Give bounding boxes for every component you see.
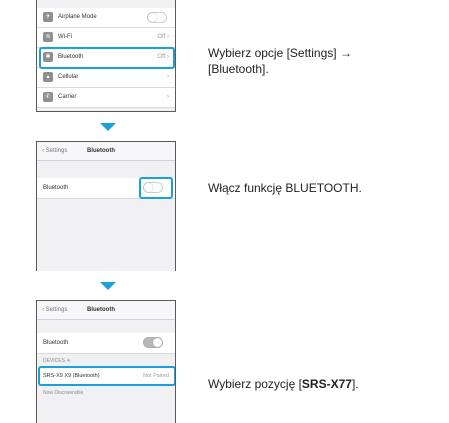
wifi-row[interactable]: ≋ Wi-Fi Off › (37, 28, 175, 48)
bluetooth-screen-on: ‹ Settings Bluetooth Bluetooth DEVICES ✳… (36, 300, 176, 423)
chevron-right-icon: › (167, 74, 169, 80)
cellular-icon: ▴ (43, 72, 53, 82)
bluetooth-toggle-row: Bluetooth (37, 178, 175, 199)
cellular-label: Cellular (58, 74, 79, 80)
airplane-mode-row[interactable]: ✈ Airplane Mode (37, 8, 175, 28)
carrier-label: Carrier (58, 94, 77, 100)
step3-device: SRS-X77 (301, 377, 352, 391)
airplane-mode-toggle[interactable] (147, 12, 167, 23)
phone-icon: ✆ (43, 92, 53, 102)
toggle-knob (144, 183, 153, 192)
bluetooth-label: Bluetooth (58, 54, 84, 60)
settings-screen: ✈ Airplane Mode ≋ Wi-Fi Off › ✱ Bluetoot… (36, 0, 176, 112)
down-arrow-icon (100, 282, 116, 290)
step1-line1: Wybierz opcje [Settings] → (208, 46, 352, 60)
spinner-icon: ✳ (66, 358, 71, 364)
bluetooth-icon: ✱ (43, 52, 53, 62)
nav-bar: ‹ Settings Bluetooth (37, 301, 175, 320)
nav-title: Bluetooth (87, 307, 115, 313)
step1-text: Wybierz opcje [Settings] → [Bluetooth]. (208, 45, 352, 77)
bluetooth-value: Off › (157, 54, 169, 60)
step3-suffix: ]. (351, 377, 359, 391)
bluetooth-row[interactable]: ✱ Bluetooth Off › (37, 48, 175, 68)
nav-title: Bluetooth (87, 148, 115, 154)
back-button[interactable]: ‹ Settings (42, 307, 67, 313)
device-row[interactable]: SRS-X9 X9 (Bluetooth) Not Paired (37, 367, 175, 386)
devices-section-header: DEVICES ✳ (43, 358, 71, 364)
down-arrow-icon (100, 123, 116, 131)
wifi-label: Wi-Fi (58, 34, 72, 40)
bluetooth-screen-off: ‹ Settings Bluetooth Bluetooth (36, 141, 176, 271)
chevron-right-icon: › (167, 94, 169, 100)
bluetooth-toggle-row: Bluetooth (37, 333, 175, 354)
step3-prefix: Wybierz pozycję [ (208, 377, 302, 391)
bluetooth-row-label: Bluetooth (43, 340, 69, 346)
bluetooth-toggle[interactable] (143, 337, 163, 348)
wifi-icon: ≋ (43, 32, 53, 42)
step3-text: Wybierz pozycję [SRS-X77]. (208, 376, 359, 392)
carrier-row[interactable]: ✆ Carrier › (37, 88, 175, 108)
bluetooth-row-label: Bluetooth (43, 185, 69, 191)
discoverable-note: Now Discoverable (43, 390, 84, 396)
nav-bar: ‹ Settings Bluetooth (37, 142, 175, 161)
cellular-row[interactable]: ▴ Cellular › (37, 68, 175, 88)
step2-text: Włącz funkcję BLUETOOTH. (208, 181, 362, 195)
airplane-mode-label: Airplane Mode (58, 14, 97, 20)
bluetooth-toggle[interactable] (143, 182, 163, 193)
back-button[interactable]: ‹ Settings (42, 148, 67, 154)
toggle-knob (148, 13, 157, 22)
toggle-knob (153, 338, 162, 347)
step1-line2: [Bluetooth]. (208, 62, 269, 76)
wifi-value: Off › (157, 34, 169, 40)
device-status: Not Paired (143, 373, 169, 379)
device-name: SRS-X9 X9 (Bluetooth) (43, 373, 100, 379)
airplane-icon: ✈ (43, 12, 53, 22)
